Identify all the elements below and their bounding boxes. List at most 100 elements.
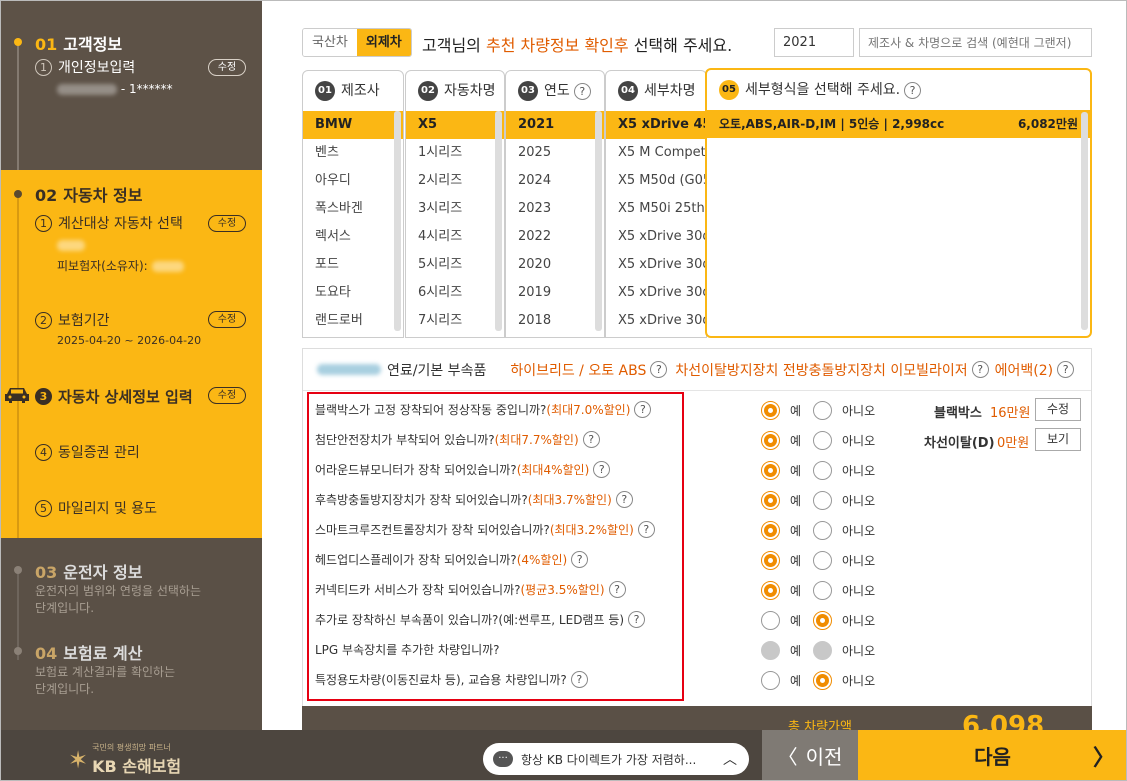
- list-item[interactable]: 7시리즈: [406, 307, 504, 335]
- radio-no[interactable]: 아니오: [813, 671, 875, 690]
- radio-no[interactable]: 아니오: [813, 461, 875, 480]
- trim-column: 04세부차명 X5 xDrive 45e xDri X5 M Competiti…: [605, 70, 707, 338]
- radio-no[interactable]: 아니오: [813, 611, 875, 630]
- list-item[interactable]: X5: [406, 111, 504, 139]
- list-item[interactable]: 랜드로버: [303, 307, 403, 335]
- prev-button[interactable]: 〈 이전: [762, 730, 858, 781]
- step2-car-detail[interactable]: 3 자동차 상세정보 입력: [35, 386, 193, 407]
- scrollbar[interactable]: [1081, 112, 1088, 330]
- list-item[interactable]: X5 xDrive 30d M: [606, 251, 706, 279]
- list-item[interactable]: 2023: [506, 195, 604, 223]
- list-item[interactable]: 2019: [506, 279, 604, 307]
- detail-type-option[interactable]: 오토,ABS,AIR-D,IM | 5인승 | 2,998cc 6,082만원: [707, 110, 1090, 138]
- help-icon[interactable]: ?: [1057, 361, 1075, 378]
- help-icon[interactable]: ?: [573, 82, 591, 100]
- car-detail-edit-button[interactable]: 수정: [208, 387, 246, 404]
- radio-yes[interactable]: 예: [761, 551, 801, 570]
- scrollbar[interactable]: [495, 111, 502, 331]
- kb-star-icon: ✶: [68, 746, 89, 774]
- step2-title[interactable]: 02 자동차 정보: [35, 182, 142, 206]
- car-search-input[interactable]: [859, 28, 1092, 57]
- list-item[interactable]: X5 xDrive 30d M: [606, 223, 706, 251]
- list-item[interactable]: X5 M Competition: [606, 139, 706, 167]
- list-item[interactable]: 포드: [303, 251, 403, 279]
- radio-yes[interactable]: 예: [761, 491, 801, 510]
- list-item[interactable]: 5시리즈: [406, 251, 504, 279]
- radio-yes[interactable]: 예: [761, 671, 801, 690]
- help-icon[interactable]: ?: [637, 521, 655, 538]
- list-item[interactable]: 6시리즈: [406, 279, 504, 307]
- car-origin-tabs: 국산차 외제차: [302, 28, 412, 57]
- list-item[interactable]: X5 xDrive 30d xLi: [606, 279, 706, 307]
- scrollbar[interactable]: [394, 111, 401, 331]
- chevron-up-icon[interactable]: ︿: [723, 749, 737, 769]
- step2-insurance-period[interactable]: 2 보험기간: [35, 310, 110, 330]
- list-item[interactable]: 2022: [506, 223, 604, 251]
- help-icon[interactable]: ?: [904, 81, 922, 99]
- list-item[interactable]: 폭스바겐: [303, 195, 403, 223]
- help-icon[interactable]: ?: [571, 551, 589, 568]
- list-item[interactable]: 2025: [506, 139, 604, 167]
- help-icon[interactable]: ?: [628, 611, 646, 628]
- radio-no[interactable]: 아니오: [813, 431, 875, 450]
- list-item[interactable]: 아우디: [303, 167, 403, 195]
- model-column: 02 자동차명 X5 1시리즈 2시리즈 3시리즈 4시리즈 5시리즈 6시리즈 …: [405, 70, 505, 338]
- step2-mileage[interactable]: 5 마일리지 및 용도: [35, 498, 157, 518]
- radio-no[interactable]: 아니오: [813, 401, 875, 420]
- list-item[interactable]: 1시리즈: [406, 139, 504, 167]
- step1-personal-info[interactable]: 1 개인정보입력: [35, 57, 135, 77]
- radio-no[interactable]: 아니오: [813, 581, 875, 600]
- list-item[interactable]: 2시리즈: [406, 167, 504, 195]
- detail-type-header: 05 세부형식을 선택해 주세요.?: [707, 70, 1090, 110]
- owner-label: 피보험자(소유자):: [57, 257, 184, 274]
- list-item[interactable]: X5 M50d (G05): [606, 167, 706, 195]
- period-edit-button[interactable]: 수정: [208, 311, 246, 328]
- radio-yes[interactable]: 예: [761, 581, 801, 600]
- list-item[interactable]: X5 xDrive 30d xLi: [606, 307, 706, 335]
- help-icon[interactable]: ?: [971, 361, 989, 378]
- help-icon[interactable]: ?: [582, 431, 600, 448]
- year-column: 03 연도? 2021 2025 2024 2023 2022 2020 2019…: [505, 70, 605, 338]
- lane-departure-view-button[interactable]: 보기: [1035, 428, 1081, 451]
- step1-title[interactable]: 01 고객정보: [35, 31, 122, 55]
- list-item[interactable]: 벤츠: [303, 139, 403, 167]
- radio-yes[interactable]: 예: [761, 431, 801, 450]
- radio-no[interactable]: 아니오: [813, 551, 875, 570]
- step2-select-car[interactable]: 1 계산대상 자동차 선택: [35, 213, 183, 233]
- car-name-masked: [57, 238, 85, 252]
- radio-no[interactable]: 아니오: [813, 521, 875, 540]
- radio-yes[interactable]: 예: [761, 521, 801, 540]
- list-item[interactable]: BMW: [303, 111, 403, 139]
- radio-yes[interactable]: 예: [761, 401, 801, 420]
- help-icon[interactable]: ?: [593, 461, 611, 478]
- tab-domestic[interactable]: 국산차: [303, 29, 357, 56]
- list-item[interactable]: 4시리즈: [406, 223, 504, 251]
- blackbox-edit-button[interactable]: 수정: [1035, 398, 1081, 421]
- select-car-edit-button[interactable]: 수정: [208, 215, 246, 232]
- step1-edit-button[interactable]: 수정: [208, 59, 246, 76]
- list-item[interactable]: 2018: [506, 307, 604, 335]
- help-icon[interactable]: ?: [650, 361, 668, 378]
- tab-import[interactable]: 외제차: [356, 29, 411, 56]
- radio-yes[interactable]: 예: [761, 461, 801, 480]
- help-icon[interactable]: ?: [608, 581, 626, 598]
- radio-yes[interactable]: 예: [761, 611, 801, 630]
- chat-banner[interactable]: ··· 항상 KB 다이렉트가 가장 저렴하... ︿: [483, 743, 749, 775]
- list-item[interactable]: X5 xDrive 45e xDri: [606, 111, 706, 139]
- help-icon[interactable]: ?: [634, 401, 652, 418]
- help-icon[interactable]: ?: [570, 671, 588, 688]
- list-item[interactable]: 2021: [506, 111, 604, 139]
- list-item[interactable]: 도요타: [303, 279, 403, 307]
- help-icon[interactable]: ?: [615, 491, 633, 508]
- list-item[interactable]: 2024: [506, 167, 604, 195]
- car-icon: [5, 388, 29, 403]
- year-input[interactable]: 2021: [774, 28, 854, 57]
- list-item[interactable]: 3시리즈: [406, 195, 504, 223]
- radio-no[interactable]: 아니오: [813, 491, 875, 510]
- list-item[interactable]: X5 M50i 25th edi: [606, 195, 706, 223]
- next-button[interactable]: 다음 〉: [858, 730, 1127, 781]
- list-item[interactable]: 렉서스: [303, 223, 403, 251]
- list-item[interactable]: 2020: [506, 251, 604, 279]
- scrollbar[interactable]: [595, 111, 602, 331]
- step2-same-policy[interactable]: 4 동일증권 관리: [35, 442, 140, 462]
